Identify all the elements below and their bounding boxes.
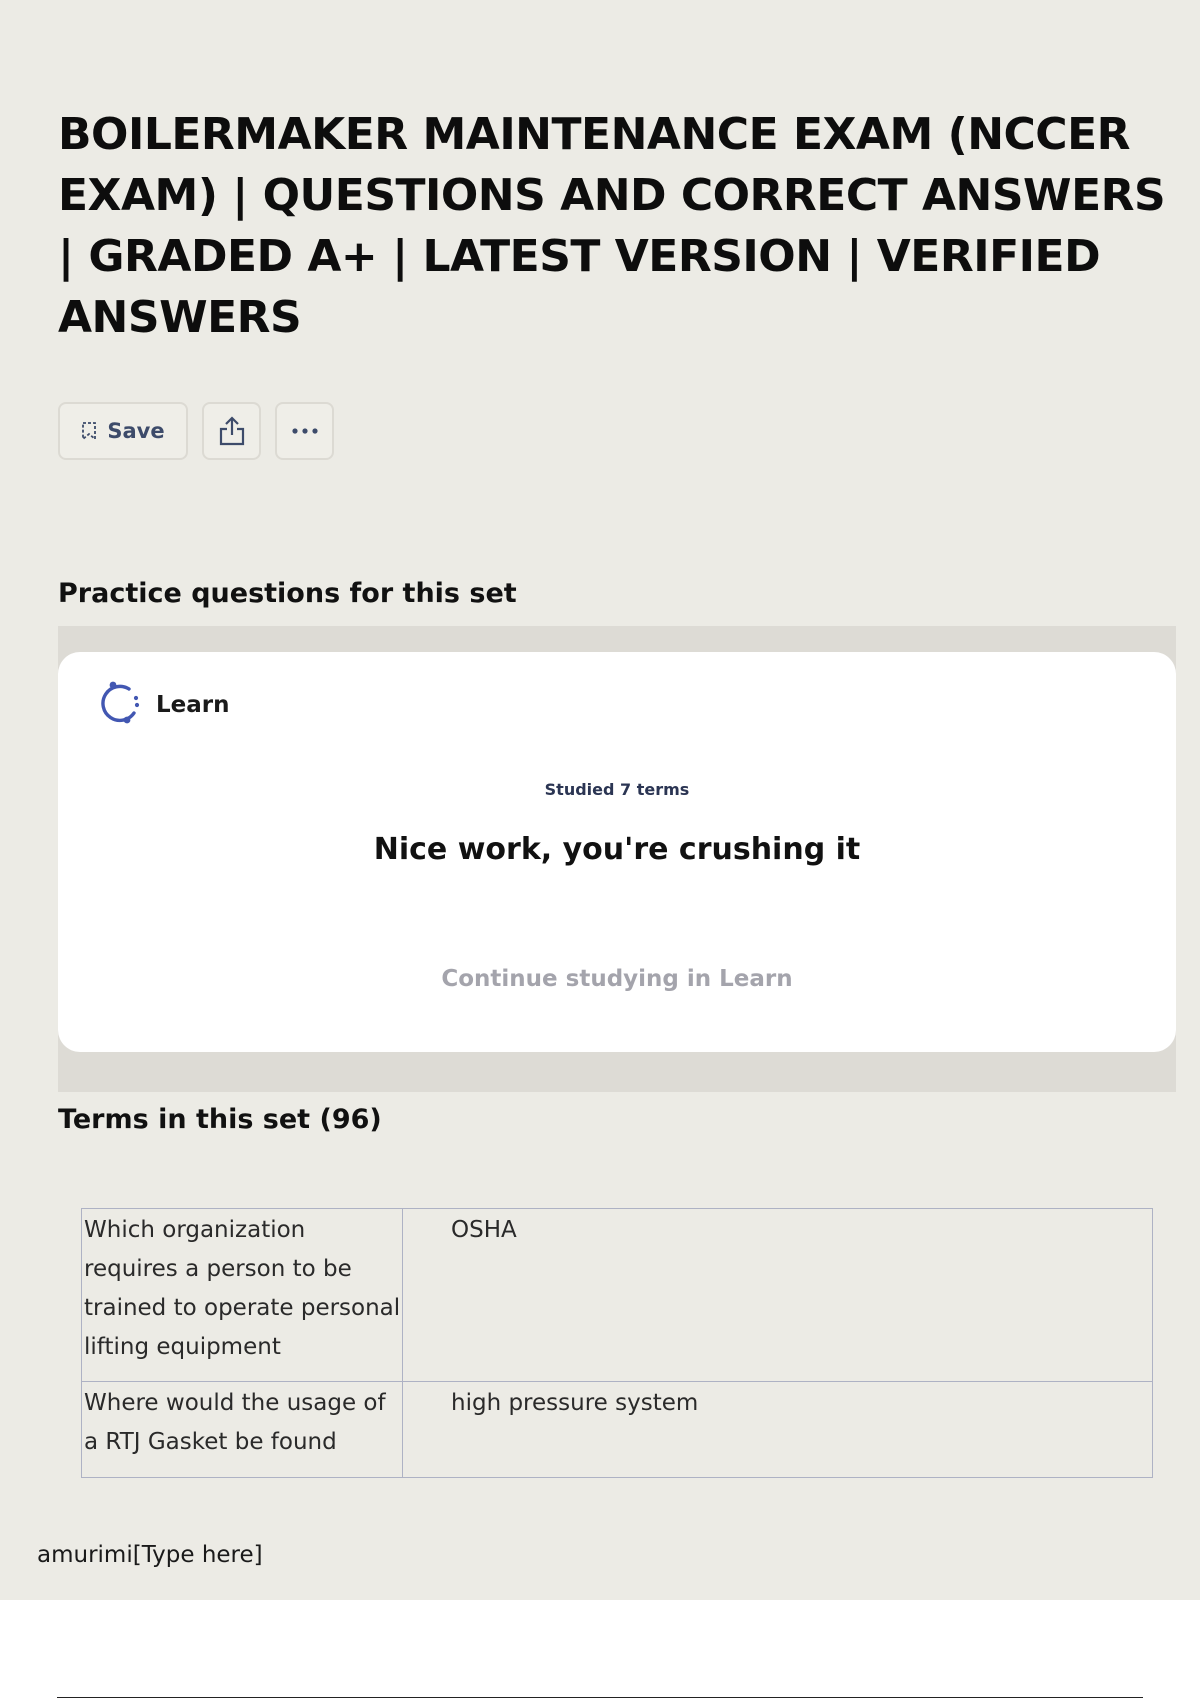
definition-cell: OSHA (402, 1208, 1153, 1382)
bookmark-icon (81, 422, 97, 440)
table-row: Where would the usage of a RTJ Gasket be… (81, 1381, 1153, 1478)
save-button-label: Save (107, 419, 165, 443)
table-row: Which organization requires a person to … (81, 1208, 1153, 1382)
learn-header: Learn (96, 680, 230, 730)
definition-cell: high pressure system (402, 1381, 1153, 1478)
terms-table: Which organization requires a person to … (81, 1208, 1153, 1478)
share-button[interactable] (202, 402, 261, 460)
studied-count: Studied 7 terms (544, 780, 690, 799)
page-title: BOILERMAKER MAINTENANCE EXAM (NCCER EXAM… (58, 109, 1166, 343)
save-button[interactable]: Save (58, 402, 188, 460)
more-icon (290, 427, 320, 435)
more-options-button[interactable] (275, 402, 334, 460)
page-footer-text: amurimi[Type here] (37, 1542, 263, 1568)
learn-card[interactable]: Learn Studied 7 terms Nice work, you're … (58, 652, 1176, 1052)
learn-label: Learn (156, 692, 230, 718)
learn-progress-icon (96, 680, 142, 730)
term-cell: Where would the usage of a RTJ Gasket be… (81, 1381, 403, 1478)
terms-heading: Terms in this set (96) (58, 1104, 382, 1135)
continue-learn-link[interactable]: Continue studying in Learn (58, 966, 1176, 992)
share-icon (217, 415, 247, 447)
practice-heading: Practice questions for this set (58, 578, 517, 609)
progress-message: Nice work, you're crushing it (373, 832, 861, 867)
action-toolbar: Save (58, 402, 334, 460)
footer-divider (57, 1697, 1143, 1698)
term-cell: Which organization requires a person to … (81, 1208, 403, 1382)
